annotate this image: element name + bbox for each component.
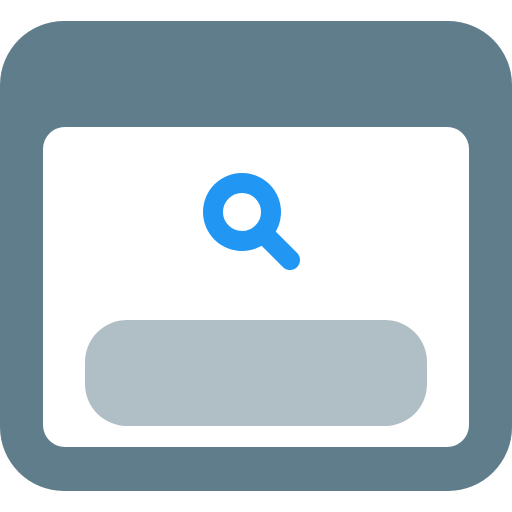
search-bar-placeholder [85,320,427,426]
icon-canvas [0,0,512,512]
browser-search-icon [0,21,512,491]
